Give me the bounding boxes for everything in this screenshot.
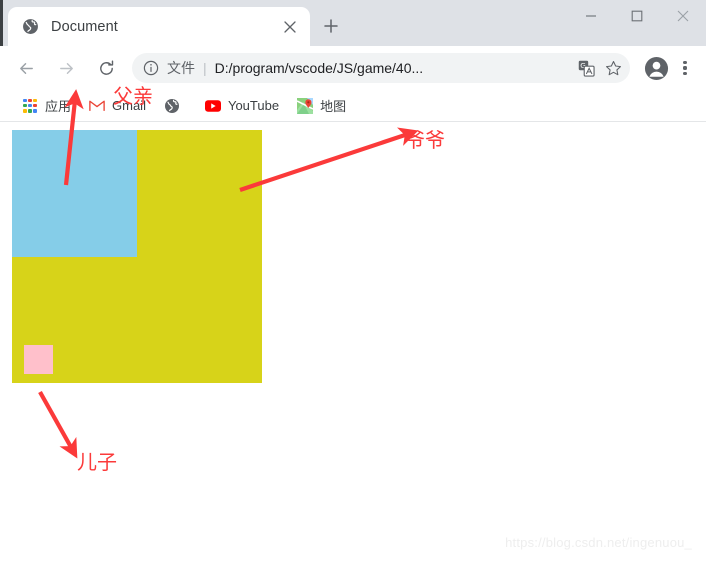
- maximize-button[interactable]: [614, 0, 660, 32]
- bookmark-youtube[interactable]: YouTube: [197, 93, 287, 119]
- son-box: [24, 345, 53, 374]
- annotation-label-grandpa: 爷爷: [405, 128, 445, 152]
- address-bar[interactable]: 文件 | D:/program/vscode/JS/game/40... G: [132, 53, 630, 83]
- tab-strip: Document: [0, 0, 706, 46]
- tab-close-icon[interactable]: [280, 17, 300, 37]
- translate-icon[interactable]: G: [573, 55, 599, 81]
- gmail-icon: [89, 98, 105, 114]
- globe-icon: [164, 98, 180, 114]
- browser-window: Document 文件 | D:/program/vscode/JS/game/…: [0, 0, 706, 561]
- bookmark-apps[interactable]: 应用: [14, 93, 79, 119]
- three-dot-menu-icon[interactable]: [672, 53, 698, 83]
- menu-dot: [683, 66, 687, 70]
- browser-toolbar: 文件 | D:/program/vscode/JS/game/40... G: [0, 46, 706, 90]
- bookmarks-bar: 应用 Gmail YouTube 地图: [0, 90, 706, 122]
- reload-icon[interactable]: [91, 53, 121, 83]
- url-separator: |: [203, 60, 207, 76]
- page-viewport: https://blog.csdn.net/ingenuou_: [0, 122, 706, 560]
- forward-arrow-icon[interactable]: [51, 53, 81, 83]
- apps-grid-icon: [22, 98, 38, 114]
- minimize-button[interactable]: [568, 0, 614, 32]
- url-text[interactable]: D:/program/vscode/JS/game/40...: [215, 60, 572, 76]
- bookmark-label: 地图: [320, 99, 347, 114]
- bookmark-label: YouTube: [227, 98, 280, 113]
- watermark-text: https://blog.csdn.net/ingenuou_: [505, 535, 692, 550]
- menu-dot: [683, 60, 687, 64]
- youtube-icon: [204, 98, 221, 114]
- browser-tab[interactable]: Document: [8, 7, 310, 46]
- omnibox-actions: G: [572, 55, 626, 81]
- bookmark-label: 应用: [45, 99, 72, 114]
- window-controls: [568, 0, 706, 32]
- annotation-label-father: 父亲: [113, 84, 153, 108]
- star-icon[interactable]: [600, 55, 626, 81]
- new-tab-button[interactable]: [316, 11, 346, 41]
- annotation-label-son: 儿子: [77, 450, 117, 474]
- bookmark-maps[interactable]: 地图: [289, 93, 354, 119]
- father-box: [12, 130, 137, 257]
- info-circle-icon[interactable]: [142, 59, 160, 77]
- url-scheme-label: 文件: [167, 60, 195, 76]
- menu-dot: [683, 72, 687, 76]
- close-button[interactable]: [660, 0, 706, 32]
- window-left-edge: [0, 0, 3, 46]
- back-arrow-icon[interactable]: [11, 53, 41, 83]
- google-maps-icon: [297, 97, 314, 114]
- account-avatar-icon[interactable]: [642, 54, 670, 82]
- grandpa-box: [12, 130, 262, 383]
- bookmark-globe[interactable]: [156, 93, 195, 119]
- globe-icon: [22, 18, 39, 35]
- tab-title: Document: [51, 18, 118, 35]
